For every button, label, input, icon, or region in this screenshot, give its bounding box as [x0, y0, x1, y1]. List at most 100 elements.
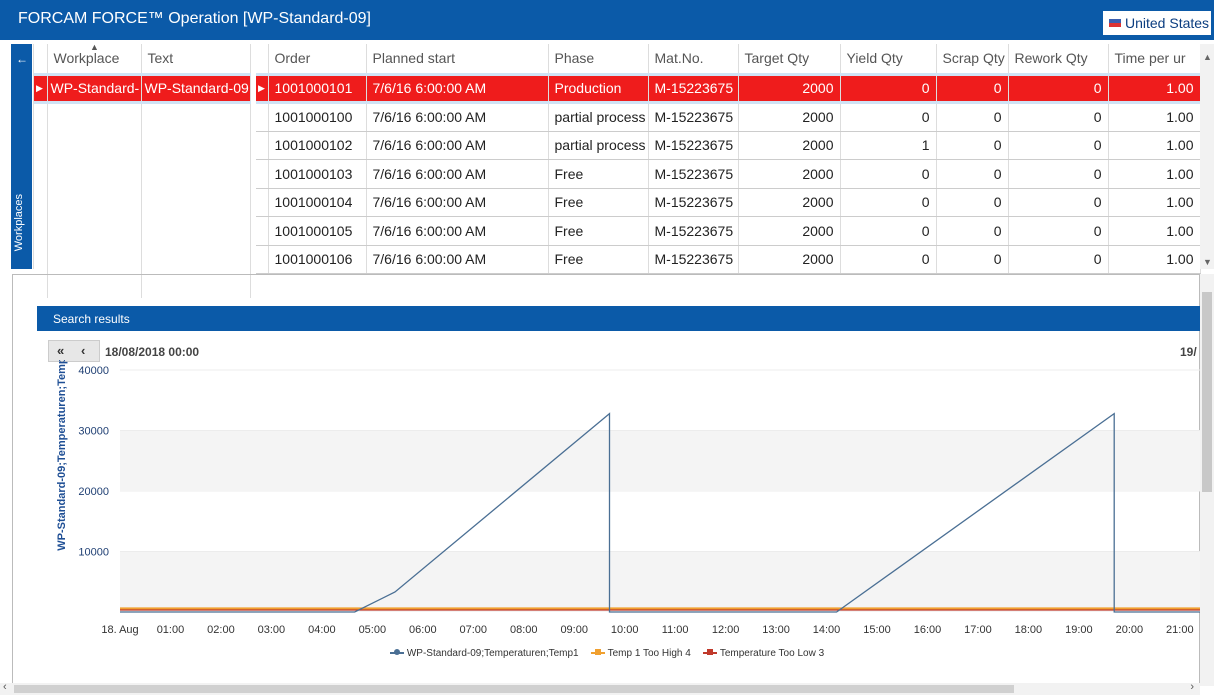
- horizontal-scroll-thumb[interactable]: [14, 685, 1014, 693]
- chart-scroll-thumb[interactable]: [1202, 292, 1212, 492]
- order-cell[interactable]: 1001000103: [268, 159, 367, 189]
- order-row[interactable]: 1001000100 7/6/16 6:00:00 AM partial proce…: [256, 102, 1201, 132]
- yield-qty-cell[interactable]: 0: [840, 102, 937, 132]
- mat-no-cell[interactable]: M-15223675: [648, 102, 739, 132]
- workplaces-rail[interactable]: ← Workplaces: [11, 44, 32, 269]
- legend-item[interactable]: Temp 1 Too High 4: [590, 648, 691, 659]
- target-qty-cell[interactable]: 2000: [738, 74, 841, 104]
- order-row[interactable]: ▶ 1001000101 7/6/16 6:00:00 AM Production M-…: [256, 74, 1201, 104]
- rework-qty-cell[interactable]: 0: [1008, 159, 1109, 189]
- column-header-rework-qty[interactable]: Rework Qty: [1008, 44, 1109, 76]
- yield-qty-cell[interactable]: 0: [840, 188, 937, 217]
- mat-no-cell[interactable]: M-15223675: [648, 74, 739, 104]
- yield-qty-cell[interactable]: 0: [840, 245, 937, 274]
- scroll-up-icon[interactable]: ▲: [1203, 52, 1212, 62]
- mat-no-cell[interactable]: M-15223675: [648, 245, 739, 274]
- order-cell[interactable]: 1001000101: [268, 74, 367, 104]
- column-header-order[interactable]: Order: [268, 44, 367, 76]
- order-cell[interactable]: 1001000102: [268, 131, 367, 160]
- rework-qty-cell[interactable]: 0: [1008, 102, 1109, 132]
- scrap-qty-cell[interactable]: 0: [936, 216, 1009, 246]
- nav-prev-icon[interactable]: ‹: [81, 343, 85, 358]
- nav-first-icon[interactable]: «: [57, 343, 64, 358]
- column-header-yield-qty[interactable]: Yield Qty: [840, 44, 937, 76]
- target-qty-cell[interactable]: 2000: [738, 159, 841, 189]
- phase-cell[interactable]: Free: [548, 245, 649, 274]
- scrap-qty-cell[interactable]: 0: [936, 245, 1009, 274]
- planned-start-cell[interactable]: 7/6/16 6:00:00 AM: [366, 131, 549, 160]
- planned-start-cell[interactable]: 7/6/16 6:00:00 AM: [366, 74, 549, 104]
- column-header-mat-no[interactable]: Mat.No.: [648, 44, 739, 76]
- mat-no-cell[interactable]: M-15223675: [648, 131, 739, 160]
- time-per-unit-cell[interactable]: 1.00: [1108, 74, 1201, 104]
- scrap-qty-cell[interactable]: 0: [936, 102, 1009, 132]
- arrow-left-icon[interactable]: ←: [16, 52, 28, 66]
- phase-cell[interactable]: partial process: [548, 102, 649, 132]
- workplace-cell[interactable]: WP-Standard-: [47, 74, 142, 104]
- order-cell[interactable]: 1001000100: [268, 102, 367, 132]
- scroll-left-icon[interactable]: ‹: [3, 681, 7, 693]
- order-row[interactable]: 1001000103 7/6/16 6:00:00 AM Free M-1522367…: [256, 159, 1201, 189]
- phase-cell[interactable]: Free: [548, 159, 649, 189]
- rework-qty-cell[interactable]: 0: [1008, 188, 1109, 217]
- rework-qty-cell[interactable]: 0: [1008, 216, 1109, 246]
- time-per-unit-cell[interactable]: 1.00: [1108, 245, 1201, 274]
- scrap-qty-cell[interactable]: 0: [936, 159, 1009, 189]
- scroll-right-icon[interactable]: ›: [1190, 681, 1194, 693]
- planned-start-cell[interactable]: 7/6/16 6:00:00 AM: [366, 245, 549, 274]
- column-header-target-qty[interactable]: Target Qty: [738, 44, 841, 76]
- scrap-qty-cell[interactable]: 0: [936, 188, 1009, 217]
- orders-vertical-scrollbar[interactable]: ▲ ▼: [1200, 44, 1214, 269]
- phase-cell[interactable]: Free: [548, 188, 649, 217]
- time-per-unit-cell[interactable]: 1.00: [1108, 216, 1201, 246]
- target-qty-cell[interactable]: 2000: [738, 245, 841, 274]
- workplace-row[interactable]: ▶ WP-Standard- WP-Standard-09: [34, 74, 251, 104]
- order-row[interactable]: 1001000102 7/6/16 6:00:00 AM partial proce…: [256, 131, 1201, 160]
- column-header-time-per-unit[interactable]: Time per ur: [1108, 44, 1201, 76]
- rework-qty-cell[interactable]: 0: [1008, 131, 1109, 160]
- target-qty-cell[interactable]: 2000: [738, 131, 841, 160]
- column-header-scrap-qty[interactable]: Scrap Qty: [936, 44, 1009, 76]
- planned-start-cell[interactable]: 7/6/16 6:00:00 AM: [366, 188, 549, 217]
- order-row[interactable]: 1001000105 7/6/16 6:00:00 AM Free M-1522367…: [256, 216, 1201, 246]
- scrap-qty-cell[interactable]: 0: [936, 74, 1009, 104]
- time-per-unit-cell[interactable]: 1.00: [1108, 131, 1201, 160]
- legend-item[interactable]: Temperature Too Low 3: [702, 648, 824, 659]
- phase-cell[interactable]: Production: [548, 74, 649, 104]
- column-header-phase[interactable]: Phase: [548, 44, 649, 76]
- yield-qty-cell[interactable]: 1: [840, 131, 937, 160]
- order-row[interactable]: 1001000104 7/6/16 6:00:00 AM Free M-1522367…: [256, 188, 1201, 217]
- scroll-down-icon[interactable]: ▼: [1203, 257, 1212, 267]
- horizontal-scrollbar[interactable]: ‹ ›: [0, 681, 1200, 695]
- phase-cell[interactable]: partial process: [548, 131, 649, 160]
- time-per-unit-cell[interactable]: 1.00: [1108, 159, 1201, 189]
- planned-start-cell[interactable]: 7/6/16 6:00:00 AM: [366, 102, 549, 132]
- order-cell[interactable]: 1001000104: [268, 188, 367, 217]
- workplace-text-cell[interactable]: WP-Standard-09: [141, 74, 251, 104]
- time-per-unit-cell[interactable]: 1.00: [1108, 188, 1201, 217]
- chart-vertical-scrollbar[interactable]: [1200, 274, 1214, 686]
- planned-start-cell[interactable]: 7/6/16 6:00:00 AM: [366, 216, 549, 246]
- column-header-text[interactable]: Text: [141, 44, 251, 76]
- rework-qty-cell[interactable]: 0: [1008, 74, 1109, 104]
- column-header-planned-start[interactable]: Planned start: [366, 44, 549, 76]
- time-per-unit-cell[interactable]: 1.00: [1108, 102, 1201, 132]
- order-cell[interactable]: 1001000106: [268, 245, 367, 274]
- scrap-qty-cell[interactable]: 0: [936, 131, 1009, 160]
- target-qty-cell[interactable]: 2000: [738, 188, 841, 217]
- yield-qty-cell[interactable]: 0: [840, 159, 937, 189]
- mat-no-cell[interactable]: M-15223675: [648, 159, 739, 189]
- mat-no-cell[interactable]: M-15223675: [648, 216, 739, 246]
- phase-cell[interactable]: Free: [548, 216, 649, 246]
- mat-no-cell[interactable]: M-15223675: [648, 188, 739, 217]
- target-qty-cell[interactable]: 2000: [738, 216, 841, 246]
- legend-item[interactable]: WP-Standard-09;Temperaturen;Temp1: [389, 648, 579, 659]
- yield-qty-cell[interactable]: 0: [840, 216, 937, 246]
- target-qty-cell[interactable]: 2000: [738, 102, 841, 132]
- locale-selector[interactable]: United States: [1102, 10, 1212, 36]
- order-row[interactable]: 1001000106 7/6/16 6:00:00 AM Free M-1522367…: [256, 245, 1201, 274]
- yield-qty-cell[interactable]: 0: [840, 74, 937, 104]
- planned-start-cell[interactable]: 7/6/16 6:00:00 AM: [366, 159, 549, 189]
- rework-qty-cell[interactable]: 0: [1008, 245, 1109, 274]
- order-cell[interactable]: 1001000105: [268, 216, 367, 246]
